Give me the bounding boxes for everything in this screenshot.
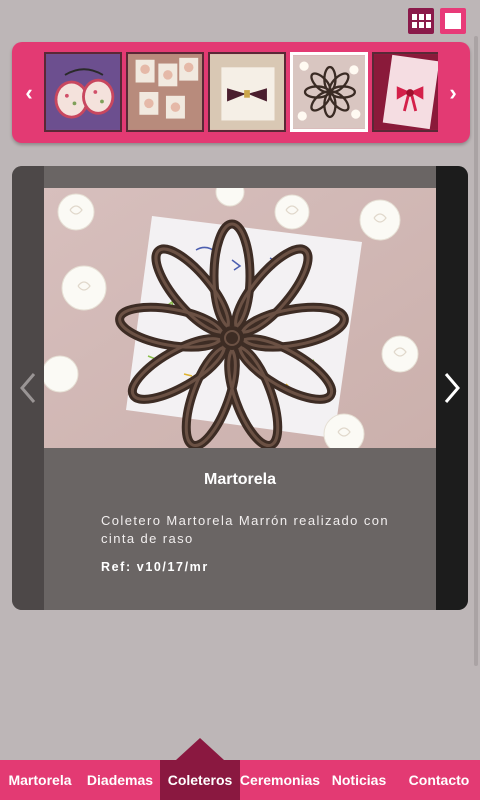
- view-toggle: [408, 8, 466, 34]
- scrollbar[interactable]: [474, 36, 478, 666]
- nav-item-ceremonias[interactable]: Ceremonias: [240, 760, 320, 800]
- thumbnail-burgundy-bow[interactable]: [208, 52, 286, 132]
- chevron-right-icon[interactable]: ›: [438, 42, 468, 143]
- bottom-navigation: Martorela Diademas Coleteros Ceremonias …: [0, 738, 480, 800]
- product-image: [44, 188, 436, 448]
- nav-item-contacto[interactable]: Contacto: [398, 760, 480, 800]
- previous-image-icon[interactable]: [12, 364, 44, 412]
- thumbnail-pink-bow-on-card[interactable]: [372, 52, 438, 132]
- thumbnail-carousel: ‹ ›: [12, 42, 470, 143]
- product-card: Martorela Coletero Martorela Marrón real…: [12, 166, 468, 610]
- thumbnail-brown-ribbon-flower[interactable]: [290, 52, 368, 132]
- product-description: Coletero Martorela Marrón realizado con …: [101, 513, 389, 546]
- nav-item-diademas[interactable]: Diademas: [80, 760, 160, 800]
- nav-item-coleteros-label: Coleteros: [167, 772, 233, 788]
- nav-item-noticias[interactable]: Noticias: [320, 760, 398, 800]
- active-indicator: [176, 738, 224, 760]
- thumbnail-list: [42, 52, 438, 132]
- single-view-icon[interactable]: [440, 8, 466, 34]
- product-title: Martorela: [203, 471, 277, 488]
- thumbnail-floral-clips-on-cards[interactable]: [126, 52, 204, 132]
- nav-item-coleteros[interactable]: Coleteros: [160, 738, 240, 800]
- nav-item-martorela[interactable]: Martorela: [0, 760, 80, 800]
- grid-view-icon[interactable]: [408, 8, 434, 34]
- thumbnail-pink-floral-hair-ties[interactable]: [44, 52, 122, 132]
- next-image-icon[interactable]: [436, 364, 468, 412]
- product-reference: Ref: v10/17/mr: [101, 560, 209, 574]
- chevron-left-icon[interactable]: ‹: [14, 42, 44, 143]
